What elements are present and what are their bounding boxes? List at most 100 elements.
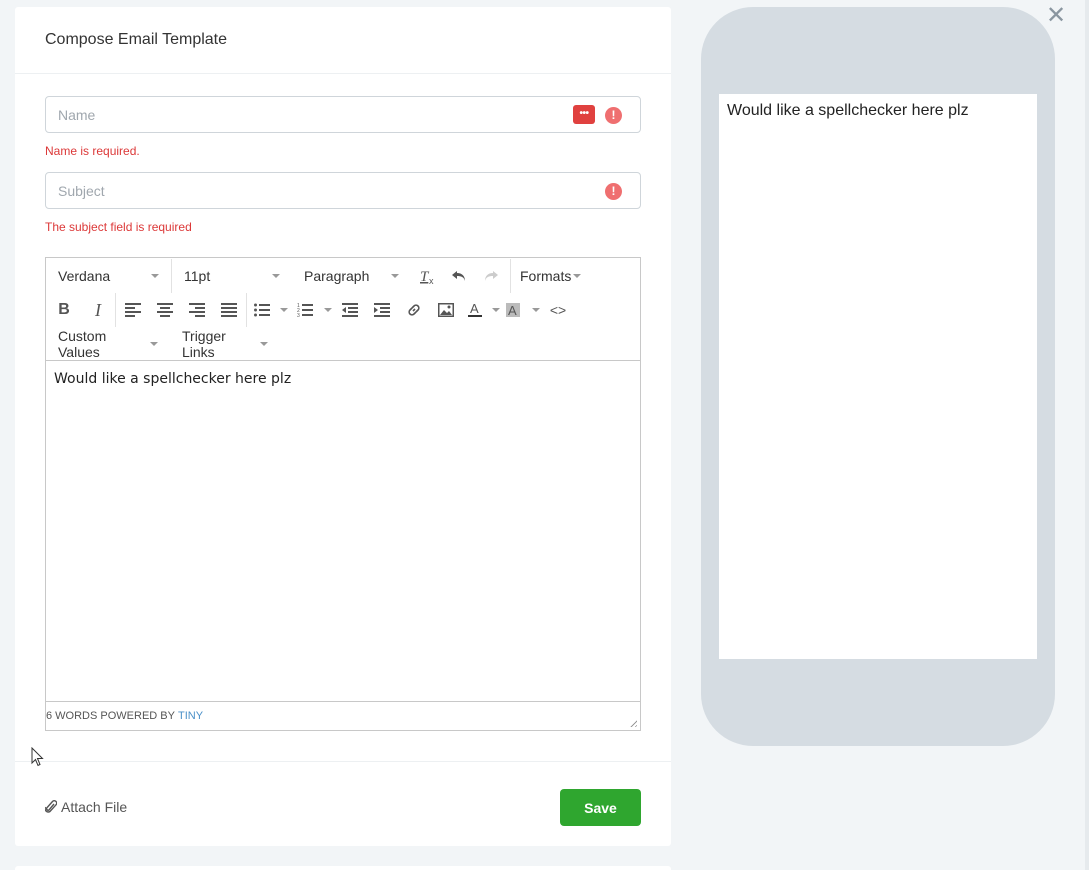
numbered-list-dropdown[interactable] xyxy=(320,293,334,327)
scrollbar[interactable] xyxy=(1085,0,1089,870)
password-manager-icon[interactable]: ••• xyxy=(573,105,595,124)
page-title: Compose Email Template xyxy=(45,31,228,48)
error-icon: ! xyxy=(605,183,622,200)
subject-field[interactable]: ! xyxy=(45,172,641,209)
background-color-button[interactable]: A xyxy=(502,293,524,327)
svg-text:3: 3 xyxy=(297,313,300,317)
block-format-select[interactable]: Paragraph xyxy=(292,259,411,293)
custom-values-menu[interactable]: Custom Values xyxy=(46,327,170,361)
subject-error: The subject field is required xyxy=(45,220,192,234)
attach-file-button[interactable]: Attach File xyxy=(45,799,127,815)
svg-text:A: A xyxy=(470,302,479,316)
svg-text:A: A xyxy=(508,303,517,318)
align-left-icon xyxy=(125,303,141,317)
save-button[interactable]: Save xyxy=(560,789,641,826)
image-icon xyxy=(438,303,454,317)
card-header: Compose Email Template xyxy=(15,7,671,74)
align-center-button[interactable] xyxy=(149,293,181,327)
background-color-icon: A xyxy=(506,303,520,318)
numbered-list-button[interactable]: 123 xyxy=(290,293,320,327)
close-icon[interactable]: ✕ xyxy=(1046,3,1066,27)
rich-text-editor: Verdana 11pt Paragraph Tx Formats B I 1 … xyxy=(45,257,641,731)
attach-file-label: Attach File xyxy=(61,799,128,815)
toolbar-row-3: Custom Values Trigger Links xyxy=(46,327,280,361)
toolbar-separator xyxy=(246,293,247,327)
align-center-icon xyxy=(157,303,173,317)
justify-icon xyxy=(221,303,237,317)
font-family-select[interactable]: Verdana xyxy=(46,259,171,293)
svg-text:x: x xyxy=(429,276,434,285)
preview-screen: Would like a spellchecker here plz xyxy=(719,94,1037,659)
insert-link-button[interactable] xyxy=(398,293,430,327)
name-field[interactable]: ••• ! xyxy=(45,96,641,133)
numbered-list-icon: 123 xyxy=(297,303,313,317)
custom-values-label: Custom Values xyxy=(58,328,107,360)
align-left-button[interactable] xyxy=(117,293,149,327)
justify-button[interactable] xyxy=(213,293,245,327)
outdent-icon xyxy=(342,303,358,317)
redo-icon xyxy=(485,271,498,281)
chevron-down-icon xyxy=(260,342,268,346)
bold-icon: B xyxy=(58,301,70,318)
formats-menu[interactable]: Formats xyxy=(511,259,591,293)
next-card xyxy=(15,866,671,870)
footer-divider xyxy=(15,761,671,762)
editor-statusbar: 6 WORDS POWERED BY TINY xyxy=(46,701,640,730)
indent-button[interactable] xyxy=(366,293,398,327)
preview-text: Would like a spellchecker here plz xyxy=(727,102,969,119)
editor-toolbar: Verdana 11pt Paragraph Tx Formats B I 1 … xyxy=(46,258,640,361)
redo-button[interactable] xyxy=(475,259,507,293)
clear-formatting-icon: Tx xyxy=(420,269,434,285)
block-format-value: Paragraph xyxy=(304,268,370,284)
insert-image-button[interactable] xyxy=(430,293,462,327)
text-color-icon: A xyxy=(468,302,482,317)
bullet-list-button[interactable] xyxy=(248,293,276,327)
chevron-down-icon xyxy=(532,308,540,312)
indent-icon xyxy=(374,303,390,317)
toolbar-row-1: Verdana 11pt Paragraph Tx Formats xyxy=(46,259,591,293)
trigger-links-label: Trigger Links xyxy=(182,328,226,360)
word-count: 6 WORDS POWERED BY xyxy=(46,710,175,722)
editor-content[interactable]: Would like a spellchecker here plz xyxy=(46,361,640,701)
subject-input[interactable] xyxy=(46,173,546,208)
text-color-button[interactable]: A xyxy=(462,293,488,327)
phone-preview: Would like a spellchecker here plz xyxy=(701,7,1055,746)
background-color-dropdown[interactable] xyxy=(528,293,542,327)
paperclip-icon xyxy=(45,800,57,813)
align-right-button[interactable] xyxy=(181,293,213,327)
font-size-select[interactable]: 11pt xyxy=(172,259,292,293)
chevron-down-icon xyxy=(150,342,158,346)
resize-handle[interactable] xyxy=(628,718,637,727)
italic-button[interactable]: I xyxy=(82,293,114,327)
undo-button[interactable] xyxy=(443,259,475,293)
editor-paragraph: Would like a spellchecker here plz xyxy=(54,371,292,387)
chevron-down-icon xyxy=(492,308,500,312)
chevron-down-icon xyxy=(151,274,159,278)
italic-icon: I xyxy=(95,299,101,320)
error-icon: ! xyxy=(605,107,622,124)
align-right-icon xyxy=(189,303,205,317)
bullet-list-dropdown[interactable] xyxy=(276,293,290,327)
chevron-down-icon xyxy=(391,274,399,278)
name-error: Name is required. xyxy=(45,144,140,158)
link-icon xyxy=(408,304,420,316)
clear-formatting-button[interactable]: Tx xyxy=(411,259,443,293)
name-input[interactable] xyxy=(46,97,546,132)
compose-card: Compose Email Template ••• ! Name is req… xyxy=(15,7,671,846)
tiny-link[interactable]: TINY xyxy=(178,710,203,722)
font-family-value: Verdana xyxy=(58,268,111,284)
toolbar-separator xyxy=(115,293,116,327)
bold-button[interactable]: B xyxy=(46,293,82,327)
text-color-dropdown[interactable] xyxy=(488,293,502,327)
outdent-button[interactable] xyxy=(334,293,366,327)
trigger-links-menu[interactable]: Trigger Links xyxy=(170,327,280,361)
mouse-cursor-icon xyxy=(31,747,44,767)
bullet-list-icon xyxy=(254,303,270,317)
chevron-down-icon xyxy=(324,308,332,312)
chevron-down-icon xyxy=(280,308,288,312)
source-code-button[interactable]: <> xyxy=(542,293,574,327)
code-icon: <> xyxy=(549,302,567,318)
chevron-down-icon xyxy=(573,274,582,278)
formats-label: Formats xyxy=(520,268,572,284)
chevron-down-icon xyxy=(272,274,280,278)
